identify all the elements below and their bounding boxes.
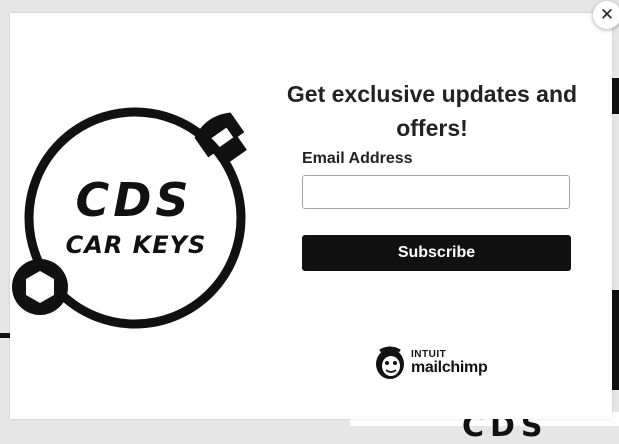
close-icon[interactable]: ✕ (593, 1, 619, 29)
signup-popup: CDS CAR KEYS Get exclusive updates and o… (10, 13, 612, 419)
logo-line2: CAR KEYS (66, 231, 207, 259)
email-field[interactable] (302, 175, 570, 209)
logo-line1: CDS (75, 173, 192, 227)
mailchimp-freddie-icon (376, 346, 404, 379)
subscribe-button[interactable]: Subscribe (302, 235, 571, 271)
cds-car-keys-logo: CDS CAR KEYS (10, 93, 270, 353)
mailchimp-badge[interactable]: INTUIT mailchimp (374, 343, 488, 383)
background-page-block (612, 78, 619, 114)
popup-headline: Get exclusive updates and offers! (286, 81, 578, 141)
brand-mailchimp-label: mailchimp (411, 359, 488, 376)
background-page-line (0, 333, 10, 338)
wrench-ring-logo-icon: CDS CAR KEYS (12, 107, 247, 329)
email-field-label: Email Address (302, 150, 413, 167)
background-page-block (612, 290, 619, 390)
